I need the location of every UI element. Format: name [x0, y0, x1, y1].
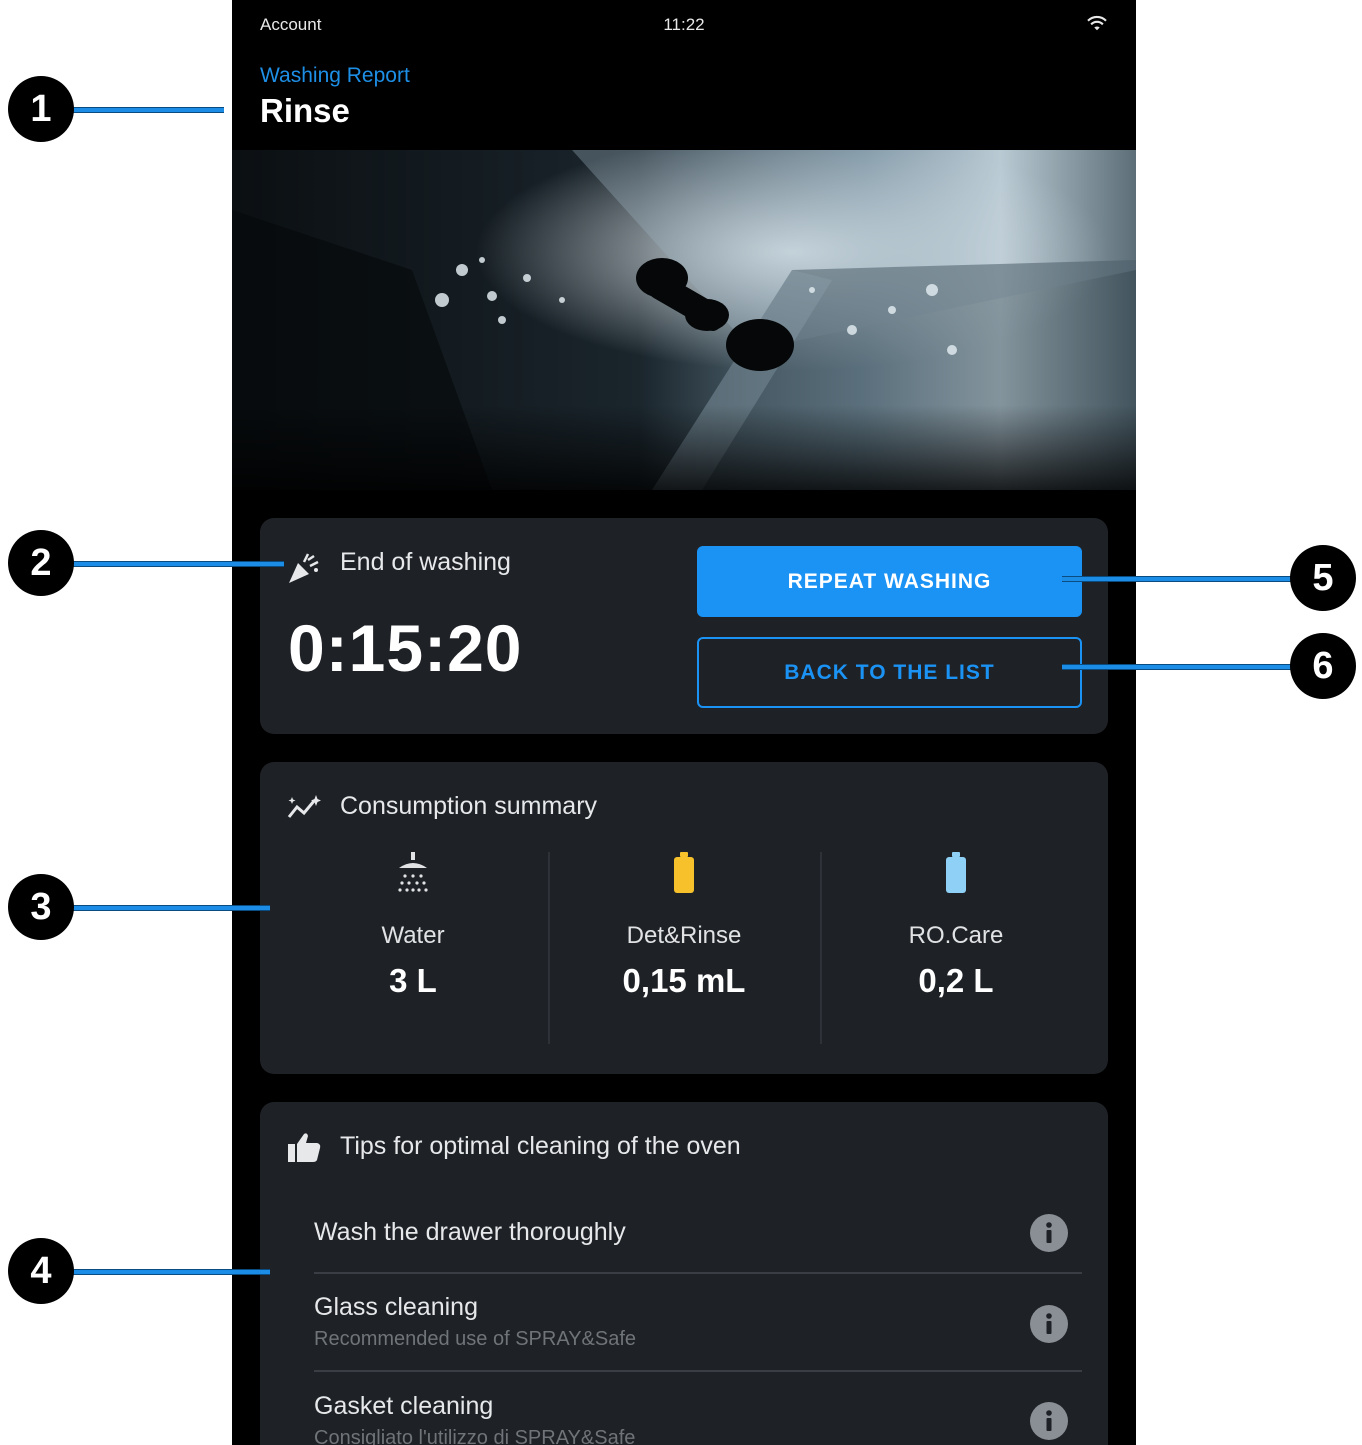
metric-ro-care: RO.Care 0,2 L — [821, 850, 1091, 1000]
hero-image — [232, 150, 1136, 490]
metric-det-rinse-label: Det&Rinse — [626, 922, 742, 949]
consumption-summary-card: Consumption summary Water 3 L Det&Rinse — [260, 762, 1108, 1074]
page-title: Rinse — [260, 92, 350, 129]
repeat-washing-button[interactable]: REPEAT WASHING — [697, 546, 1082, 617]
tip-title: Glass cleaning — [314, 1293, 478, 1321]
metric-water-label: Water — [381, 922, 445, 949]
shower-icon — [398, 852, 428, 892]
callout-badge: 3 — [8, 874, 74, 940]
back-to-list-button[interactable]: BACK TO THE LIST — [697, 637, 1082, 708]
metric-det-rinse: Det&Rinse 0,15 mL — [549, 850, 819, 1000]
metric-water-value: 3 L — [389, 962, 437, 999]
battery-icon — [946, 852, 966, 893]
tip-title: Gasket cleaning — [314, 1392, 494, 1420]
washing-duration: 0:15:20 — [288, 611, 523, 685]
callout-badge: 4 — [8, 1238, 74, 1304]
tip-divider — [314, 1272, 1082, 1274]
metric-water: Water 3 L — [278, 850, 548, 1000]
metric-ro-care-value: 0,2 L — [918, 962, 994, 999]
status-time: 11:22 — [663, 15, 705, 34]
tip-subtitle: Recommended use of SPRAY&Safe — [314, 1328, 637, 1350]
callout-line — [72, 905, 270, 911]
tip-subtitle: Consigliato l'utilizzo di SPRAY&Safe — [314, 1427, 636, 1445]
thumbs-up-icon — [288, 1133, 321, 1162]
callout-badge: 6 — [1290, 633, 1356, 699]
tip-divider — [314, 1370, 1082, 1372]
battery-icon — [674, 852, 694, 893]
callout-line — [1062, 664, 1294, 670]
tips-card: Tips for optimal cleaning of the oven Wa… — [260, 1102, 1108, 1445]
callout-line — [72, 1269, 270, 1275]
metric-det-rinse-value: 0,15 mL — [622, 962, 746, 999]
callout-line — [72, 561, 284, 567]
wifi-icon — [1087, 15, 1107, 31]
tip-title: Wash the drawer thoroughly — [314, 1218, 626, 1246]
info-icon[interactable] — [1030, 1402, 1068, 1440]
callout-badge: 2 — [8, 530, 74, 596]
callout-line — [1062, 576, 1294, 582]
trend-sparkle-icon — [287, 795, 321, 818]
callout-line — [72, 107, 224, 113]
end-of-washing-card: End of washing 0:15:20 REPEAT WASHING BA… — [260, 518, 1108, 734]
tip-item[interactable]: Wash the drawer thoroughly — [314, 1218, 1082, 1247]
info-icon[interactable] — [1030, 1214, 1068, 1252]
callout-badge: 5 — [1290, 545, 1356, 611]
status-bar: Account 11:22 — [232, 0, 1136, 50]
end-of-washing-title: End of washing — [340, 548, 511, 576]
party-popper-icon — [289, 553, 319, 583]
metric-ro-care-label: RO.Care — [908, 922, 1004, 949]
breadcrumb-washing-report[interactable]: Washing Report — [260, 64, 410, 88]
consumption-summary-title: Consumption summary — [340, 792, 598, 820]
info-icon[interactable] — [1030, 1305, 1068, 1343]
app-screen: Account 11:22 Washing Report Rinse End o… — [232, 0, 1136, 1445]
tip-item[interactable]: Gasket cleaning Consigliato l'utilizzo d… — [314, 1392, 1082, 1445]
tips-title: Tips for optimal cleaning of the oven — [340, 1132, 741, 1160]
callout-badge: 1 — [8, 76, 74, 142]
tip-item[interactable]: Glass cleaning Recommended use of SPRAY&… — [314, 1293, 1082, 1351]
